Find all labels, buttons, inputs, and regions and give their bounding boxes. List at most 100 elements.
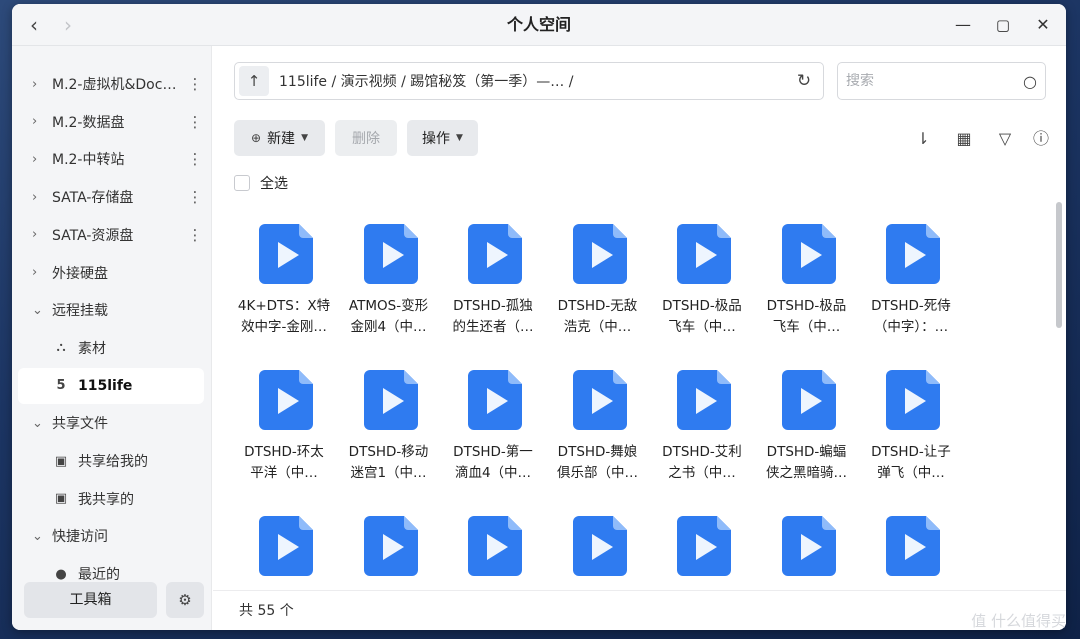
file-name-line: DTSHD-移动: [348, 444, 429, 460]
sidebar-item-label: 快捷访问: [52, 529, 108, 546]
file-item[interactable]: DTSHD-蝙蝠 侠之黑暗骑…: [756, 352, 856, 482]
file-item[interactable]: DTSHD-移动 迷宫1（中…: [338, 352, 438, 482]
video-file-icon: [572, 516, 627, 576]
file-name-line: DTSHD-极品: [662, 298, 742, 314]
chevron-down-icon[interactable]: ⌄: [32, 303, 52, 318]
network-icon: ⛬: [56, 340, 66, 356]
file-name-line: 飞车（中…: [668, 319, 736, 335]
up-arrow-icon[interactable]: ↑: [239, 66, 269, 96]
file-item[interactable]: DTSHD-环太 平洋（中…: [233, 352, 333, 482]
more-options-icon[interactable]: ⋮: [186, 75, 204, 93]
sidebar-item[interactable]: ▣ 我共享的: [18, 481, 204, 517]
more-options-icon[interactable]: ⋮: [186, 188, 204, 206]
file-item[interactable]: DTSHD-让子 弹飞（中…: [860, 352, 960, 482]
select-all-checkbox[interactable]: [234, 175, 250, 191]
video-file-icon: [468, 224, 522, 284]
scrollbar[interactable]: [1056, 202, 1062, 328]
sort-icon[interactable]: ⇂: [910, 126, 936, 152]
file-item[interactable]: DTSHD-舞娘 俱乐部（中…: [547, 352, 647, 482]
toolbox-button[interactable]: 工具箱: [24, 582, 157, 618]
chevron-right-icon[interactable]: ›: [32, 152, 52, 167]
file-name-line: DTSHD-极品: [766, 298, 847, 314]
sidebar-item[interactable]: › 外接硬盘: [18, 255, 204, 291]
sidebar-item[interactable]: ⌄ 远程挂载: [18, 292, 204, 328]
file-item[interactable]: DTSHD-无敌 浩克（中…: [547, 206, 647, 336]
close-button[interactable]: ✕: [1030, 12, 1056, 38]
sidebar-item[interactable]: › M.2-中转站 ⋮: [18, 141, 204, 177]
video-file-icon: [677, 370, 731, 430]
file-item[interactable]: 4K+DTS：X特 效中字-金刚…: [233, 206, 333, 336]
sidebar-item[interactable]: › SATA-存储盘 ⋮: [18, 179, 204, 215]
sidebar-item-label: 共享文件: [52, 416, 108, 433]
video-file-icon: [468, 370, 522, 430]
new-label: 新建: [267, 131, 296, 147]
more-options-icon[interactable]: ⋮: [186, 150, 204, 168]
sidebar-item[interactable]: ⛬ 素材: [18, 330, 204, 366]
path-bar[interactable]: ↑ 115life / 演示视频 / 踢馆秘笈（第一季）—… / ↻: [234, 62, 824, 100]
back-button[interactable]: ‹: [22, 13, 46, 37]
video-file-icon: [259, 516, 313, 576]
video-file-icon: [886, 370, 940, 430]
file-item[interactable]: DTSHD-艾利 之书（中…: [651, 352, 751, 482]
video-file-icon: [363, 370, 418, 430]
file-item[interactable]: ATMOS-变形 金刚4（中…: [338, 206, 438, 336]
sidebar-item-label: 远程挂载: [52, 303, 108, 320]
info-icon[interactable]: ⓘ: [1028, 126, 1054, 152]
cloud-drive-icon: 5: [56, 378, 66, 394]
sidebar-item[interactable]: ⌄ 共享文件: [18, 405, 204, 441]
file-item[interactable]: DTSHD-极品 飞车（中…: [756, 206, 856, 336]
file-item[interactable]: DTSHD-第一 滴血4（中…: [442, 352, 542, 482]
file-name-line: DTSHD-蝙蝠: [766, 444, 847, 460]
sidebar-item[interactable]: › M.2-数据盘 ⋮: [18, 104, 204, 140]
search-icon[interactable]: ○: [1015, 72, 1045, 91]
new-button[interactable]: ⊕ 新建 ▼: [234, 120, 325, 156]
video-file-icon: [781, 370, 836, 430]
chevron-right-icon[interactable]: ›: [32, 190, 52, 205]
item-count: 共 55 个: [239, 603, 294, 619]
file-item[interactable]: DTSHD-孤独 的生还者（…: [442, 206, 542, 336]
forward-button[interactable]: ›: [56, 13, 80, 37]
video-file-icon: [363, 516, 418, 576]
chevron-right-icon[interactable]: ›: [32, 227, 52, 242]
action-button[interactable]: 操作 ▼: [407, 120, 478, 156]
grid-view-icon[interactable]: ▦: [951, 126, 977, 152]
sidebar-item[interactable]: › M.2-虚拟机&Doc… ⋮: [18, 66, 204, 102]
more-options-icon[interactable]: ⋮: [186, 226, 204, 244]
file-name-line: 迷宫1（中…: [350, 465, 427, 481]
minimize-button[interactable]: —: [950, 12, 976, 38]
filter-icon[interactable]: ▽: [992, 126, 1018, 152]
select-all-label: 全选: [260, 176, 288, 192]
main-panel: ↑ 115life / 演示视频 / 踢馆秘笈（第一季）—… / ↻ ○ ⊕ 新…: [213, 46, 1066, 630]
file-item[interactable]: DTSHD-死侍 （中字）：…: [860, 206, 960, 336]
sidebar-item[interactable]: › SATA-资源盘 ⋮: [18, 217, 204, 253]
delete-label: 删除: [352, 131, 380, 147]
chevron-down-icon[interactable]: ⌄: [32, 416, 52, 431]
sidebar-item[interactable]: 5 115life: [18, 367, 204, 404]
chevron-right-icon[interactable]: ›: [32, 77, 52, 92]
maximize-button[interactable]: ▢: [990, 12, 1016, 38]
breadcrumb[interactable]: 115life / 演示视频 / 踢馆秘笈（第一季）—… /: [279, 71, 789, 91]
chevron-right-icon[interactable]: ›: [32, 114, 52, 129]
search-input[interactable]: [846, 73, 1015, 89]
file-name-line: DTSHD-环太: [244, 444, 324, 460]
refresh-icon[interactable]: ↻: [789, 71, 819, 91]
sidebar-item-label: M.2-中转站: [52, 152, 125, 169]
sidebar-item[interactable]: ⌄ 快捷访问: [18, 518, 204, 554]
file-item[interactable]: DTSHD-极品 飞车（中…: [651, 206, 751, 336]
select-all[interactable]: 全选: [234, 173, 288, 193]
file-name-line: DTSHD-让子: [871, 444, 951, 460]
delete-button[interactable]: 删除: [335, 120, 397, 156]
file-name-line: DTSHD-无敌: [557, 298, 638, 314]
settings-button[interactable]: ⚙: [166, 582, 204, 618]
sidebar-item-label: 素材: [78, 340, 106, 357]
file-name: DTSHD-无敌 浩克（中…: [551, 296, 645, 338]
new-file-icon: ⊕: [251, 131, 262, 145]
sidebar-item[interactable]: ▣ 共享给我的: [18, 443, 204, 479]
chevron-down-icon[interactable]: ⌄: [32, 529, 52, 544]
chevron-right-icon[interactable]: ›: [32, 265, 52, 280]
more-options-icon[interactable]: ⋮: [186, 113, 204, 131]
file-name-line: DTSHD-死侍: [871, 298, 951, 314]
file-name: DTSHD-让子 弹飞（中…: [864, 442, 958, 484]
search-box[interactable]: ○: [837, 62, 1046, 100]
video-file-icon: [468, 516, 522, 576]
